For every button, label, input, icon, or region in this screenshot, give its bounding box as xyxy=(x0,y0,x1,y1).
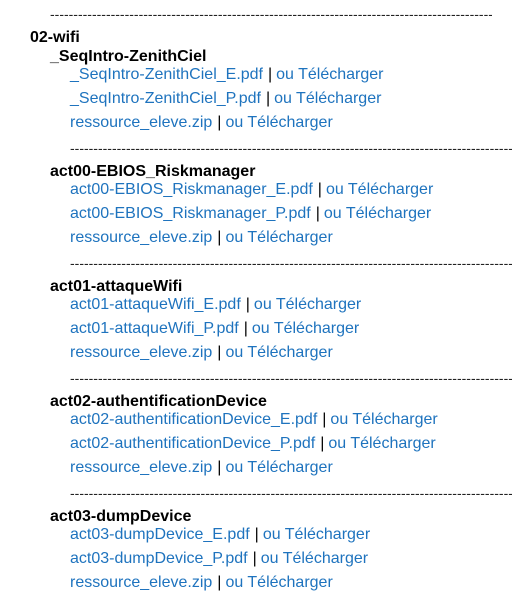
download-link[interactable]: ou Télécharger xyxy=(225,344,332,361)
download-link[interactable]: ou Télécharger xyxy=(225,114,332,131)
section-title: act01-attaqueWifi xyxy=(50,278,183,295)
link-separator: | xyxy=(217,229,222,246)
download-link[interactable]: ou Télécharger xyxy=(274,90,381,107)
file-link[interactable]: _SeqIntro-ZenithCiel_E.pdf xyxy=(70,66,263,83)
file-row: _SeqIntro-ZenithCiel_P.pdf | ou Télécharge… xyxy=(70,90,381,108)
download-link[interactable]: ou Télécharger xyxy=(263,526,370,543)
file-link[interactable]: act01-attaqueWifi_P.pdf xyxy=(70,320,239,337)
section-dashed-separator: ----------------------------------------… xyxy=(70,142,512,154)
link-separator: | xyxy=(320,435,325,452)
file-link[interactable]: _SeqIntro-ZenithCiel_P.pdf xyxy=(70,90,261,107)
section-dashed-separator: ----------------------------------------… xyxy=(70,487,512,499)
file-row: _SeqIntro-ZenithCiel_E.pdf | ou Télécharge… xyxy=(70,66,383,84)
download-link[interactable]: ou Télécharger xyxy=(225,574,332,591)
link-separator: | xyxy=(243,320,248,337)
link-separator: | xyxy=(245,296,250,313)
file-row: ressource_eleve.zip | ou Télécharger xyxy=(70,344,333,362)
link-separator: | xyxy=(217,344,222,361)
download-link[interactable]: ou Télécharger xyxy=(225,229,332,246)
file-row: ressource_eleve.zip | ou Télécharger xyxy=(70,574,333,592)
download-link[interactable]: ou Télécharger xyxy=(324,205,431,222)
file-link[interactable]: ressource_eleve.zip xyxy=(70,344,212,361)
download-link[interactable]: ou Télécharger xyxy=(254,296,361,313)
file-link[interactable]: act01-attaqueWifi_E.pdf xyxy=(70,296,241,313)
file-link[interactable]: act03-dumpDevice_P.pdf xyxy=(70,550,248,567)
file-link[interactable]: act03-dumpDevice_E.pdf xyxy=(70,526,250,543)
file-link[interactable]: act00-EBIOS_Riskmanager_E.pdf xyxy=(70,181,313,198)
file-row: ressource_eleve.zip | ou Télécharger xyxy=(70,114,333,132)
section-title: act02-authentificationDevice xyxy=(50,393,267,410)
top-dashed-separator: ----------------------------------------… xyxy=(50,8,492,20)
link-separator: | xyxy=(217,459,222,476)
link-separator: | xyxy=(268,66,273,83)
download-link[interactable]: ou Télécharger xyxy=(326,181,433,198)
download-link[interactable]: ou Télécharger xyxy=(261,550,368,567)
download-link[interactable]: ou Télécharger xyxy=(225,459,332,476)
link-separator: | xyxy=(254,526,259,543)
folder-title: 02-wifi xyxy=(30,29,80,46)
file-link[interactable]: ressource_eleve.zip xyxy=(70,229,212,246)
download-link[interactable]: ou Télécharger xyxy=(252,320,359,337)
file-row: act02-authentificationDevice_E.pdf | ou Té… xyxy=(70,411,438,429)
file-row: ressource_eleve.zip | ou Télécharger xyxy=(70,229,333,247)
file-link[interactable]: ressource_eleve.zip xyxy=(70,114,212,131)
download-link[interactable]: ou Télécharger xyxy=(328,435,435,452)
file-row: act01-attaqueWifi_P.pdf | ou Télécharger xyxy=(70,320,359,338)
file-link[interactable]: ressource_eleve.zip xyxy=(70,574,212,591)
link-separator: | xyxy=(265,90,271,107)
file-row: act00-EBIOS_Riskmanager_E.pdf | ou Télécha… xyxy=(70,181,433,199)
link-separator: | xyxy=(317,181,322,198)
download-link[interactable]: ou Télécharger xyxy=(276,66,383,83)
section-title: act00-EBIOS_Riskmanager xyxy=(50,163,256,180)
file-row: act03-dumpDevice_E.pdf | ou Télécharger xyxy=(70,526,370,544)
file-link[interactable]: act02-authentificationDevice_E.pdf xyxy=(70,411,317,428)
file-link[interactable]: act00-EBIOS_Riskmanager_P.pdf xyxy=(70,205,311,222)
file-link[interactable]: act02-authentificationDevice_P.pdf xyxy=(70,435,315,452)
file-row: act03-dumpDevice_P.pdf | ou Télécharger xyxy=(70,550,368,568)
link-separator: | xyxy=(217,574,222,591)
file-link[interactable]: ressource_eleve.zip xyxy=(70,459,212,476)
link-separator: | xyxy=(252,550,257,567)
download-link[interactable]: ou Télécharger xyxy=(330,411,437,428)
file-row: act02-authentificationDevice_P.pdf | ou Té… xyxy=(70,435,436,453)
section-dashed-separator: ----------------------------------------… xyxy=(70,257,512,269)
file-row: act00-EBIOS_Riskmanager_P.pdf | ou Télécha… xyxy=(70,205,431,223)
section-title: _SeqIntro-ZenithCiel xyxy=(50,48,207,65)
file-row: ressource_eleve.zip | ou Télécharger xyxy=(70,459,333,477)
link-separator: | xyxy=(315,205,320,222)
file-row: act01-attaqueWifi_E.pdf | ou Télécharger xyxy=(70,296,361,314)
section-dashed-separator: ----------------------------------------… xyxy=(70,372,512,384)
link-separator: | xyxy=(322,411,327,428)
section-title: act03-dumpDevice xyxy=(50,508,192,525)
link-separator: | xyxy=(217,114,222,131)
